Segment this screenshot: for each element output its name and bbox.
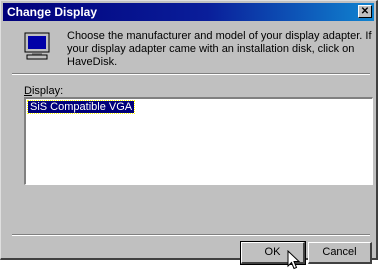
display-list[interactable]: SiS Compatible VGA	[24, 97, 373, 185]
display-label: Display:	[24, 85, 63, 97]
cancel-button[interactable]: Cancel	[308, 242, 372, 264]
window-title: Change Display	[7, 5, 98, 19]
mouse-cursor-icon	[287, 250, 301, 270]
monitor-icon	[24, 32, 50, 60]
instruction-text: Choose the manufacturer and model of you…	[67, 30, 372, 68]
title-bar[interactable]: Change Display ✕	[3, 3, 374, 21]
separator-bottom	[12, 234, 370, 236]
close-icon[interactable]: ✕	[358, 5, 372, 18]
change-display-dialog: Change Display ✕ Choose the manufacturer…	[0, 0, 378, 265]
separator-top	[12, 73, 370, 75]
display-label-rest: isplay:	[31, 85, 64, 97]
list-item[interactable]: SiS Compatible VGA	[26, 100, 136, 114]
display-label-accel: D	[24, 85, 32, 97]
